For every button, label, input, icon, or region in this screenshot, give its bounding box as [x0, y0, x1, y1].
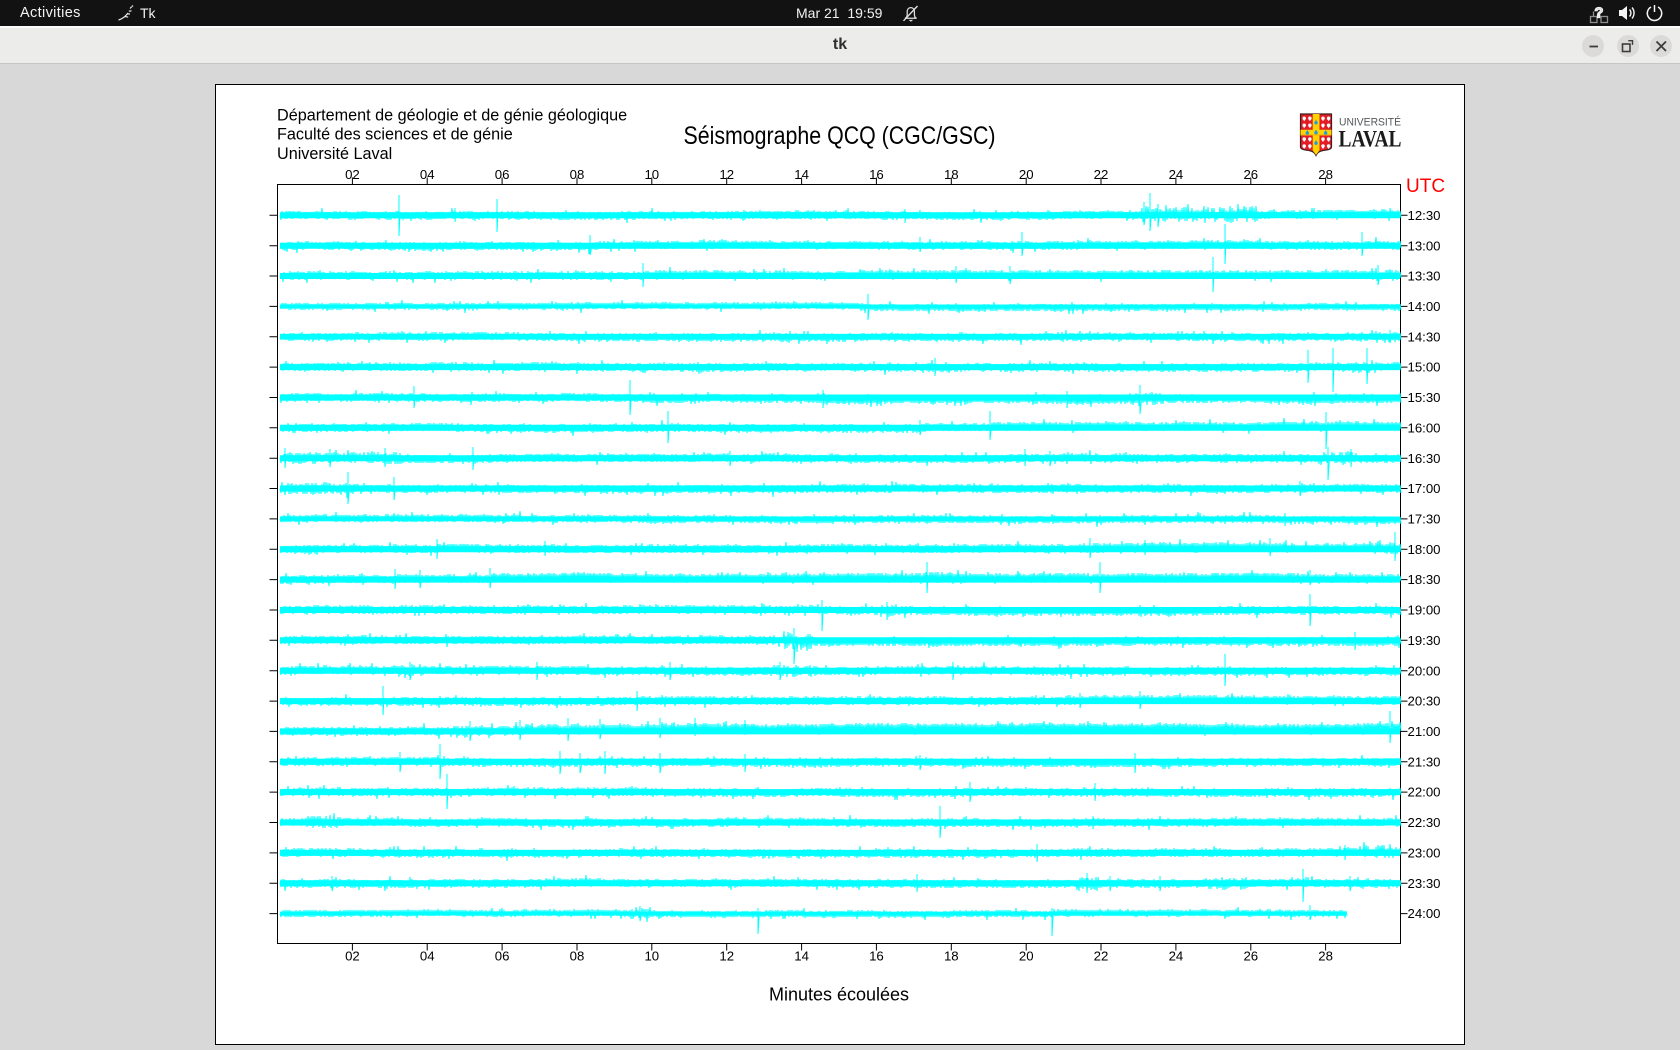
svg-text:22:30: 22:30: [1408, 815, 1441, 830]
svg-text:22: 22: [1094, 949, 1109, 964]
svg-text:23:00: 23:00: [1408, 846, 1441, 861]
svg-text:19:00: 19:00: [1408, 603, 1441, 618]
svg-text:16:30: 16:30: [1408, 451, 1441, 466]
svg-text:04: 04: [420, 167, 435, 182]
svg-text:04: 04: [420, 949, 435, 964]
svg-text:10: 10: [644, 167, 659, 182]
svg-text:18: 18: [944, 167, 959, 182]
svg-text:18:00: 18:00: [1408, 542, 1441, 557]
svg-text:06: 06: [495, 949, 510, 964]
svg-text:15:30: 15:30: [1408, 390, 1441, 405]
svg-text:12: 12: [719, 167, 734, 182]
svg-text:08: 08: [570, 949, 585, 964]
svg-text:22: 22: [1094, 167, 1109, 182]
svg-text:10: 10: [644, 949, 659, 964]
svg-text:06: 06: [495, 167, 510, 182]
svg-text:14:30: 14:30: [1408, 329, 1441, 344]
svg-text:17:00: 17:00: [1408, 481, 1441, 496]
svg-text:14:00: 14:00: [1408, 299, 1441, 314]
svg-text:Université Laval: Université Laval: [277, 145, 392, 163]
svg-text:Minutes écoulées: Minutes écoulées: [769, 985, 909, 1005]
svg-text:26: 26: [1243, 167, 1258, 182]
svg-text:20:00: 20:00: [1408, 663, 1441, 678]
svg-text:14: 14: [794, 167, 809, 182]
svg-text:16: 16: [869, 949, 884, 964]
svg-text:22:00: 22:00: [1408, 785, 1441, 800]
svg-text:13:30: 13:30: [1408, 269, 1441, 284]
svg-text:Faculté des sciences et de gén: Faculté des sciences et de génie: [277, 126, 513, 144]
svg-text:26: 26: [1243, 949, 1258, 964]
svg-text:14: 14: [794, 949, 809, 964]
svg-text:21:00: 21:00: [1408, 724, 1441, 739]
svg-text:Département de géologie et de: Département de géologie et de génie géol…: [277, 107, 627, 125]
svg-text:19:30: 19:30: [1408, 633, 1441, 648]
svg-text:02: 02: [345, 167, 360, 182]
svg-text:24: 24: [1169, 949, 1184, 964]
svg-text:24:00: 24:00: [1408, 906, 1441, 921]
svg-text:UTC: UTC: [1406, 176, 1445, 197]
svg-text:21:30: 21:30: [1408, 754, 1441, 769]
svg-text:16: 16: [869, 167, 884, 182]
svg-text:13:00: 13:00: [1408, 238, 1441, 253]
svg-text:18:30: 18:30: [1408, 572, 1441, 587]
svg-text:08: 08: [570, 167, 585, 182]
svg-text:16:00: 16:00: [1408, 420, 1441, 435]
svg-text:20:30: 20:30: [1408, 694, 1441, 709]
svg-text:28: 28: [1318, 167, 1333, 182]
svg-text:15:00: 15:00: [1408, 360, 1441, 375]
svg-text:17:30: 17:30: [1408, 512, 1441, 527]
svg-text:23:30: 23:30: [1408, 876, 1441, 891]
svg-text:18: 18: [944, 949, 959, 964]
svg-text:LAVAL: LAVAL: [1339, 127, 1402, 152]
svg-text:20: 20: [1019, 949, 1034, 964]
svg-text:12: 12: [719, 949, 734, 964]
svg-text:24: 24: [1169, 167, 1184, 182]
svg-text:28: 28: [1318, 949, 1333, 964]
svg-text:Séismographe QCQ (CGC/GSC): Séismographe QCQ (CGC/GSC): [684, 122, 996, 150]
svg-text:12:30: 12:30: [1408, 208, 1441, 223]
svg-text:20: 20: [1019, 167, 1034, 182]
svg-text:02: 02: [345, 949, 360, 964]
svg-text:?: ?: [1595, 6, 1604, 22]
